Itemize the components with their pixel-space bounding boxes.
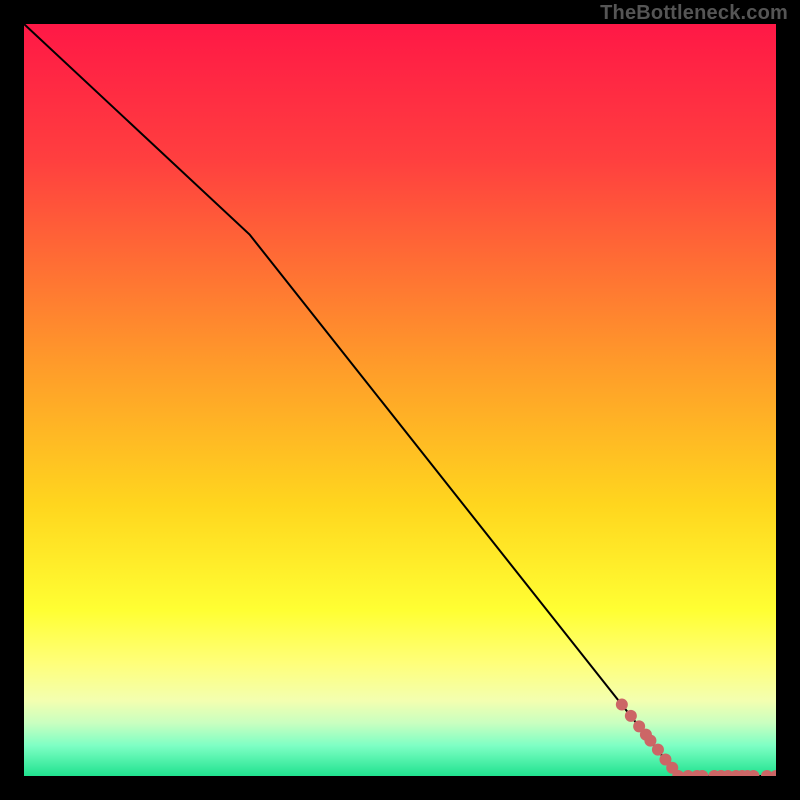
chart-point [625, 710, 637, 722]
chart-svg [24, 24, 776, 776]
chart-background [24, 24, 776, 776]
chart-stage: TheBottleneck.com [0, 0, 800, 800]
watermark-text: TheBottleneck.com [600, 2, 788, 25]
chart-point [652, 744, 664, 756]
chart-point [616, 699, 628, 711]
